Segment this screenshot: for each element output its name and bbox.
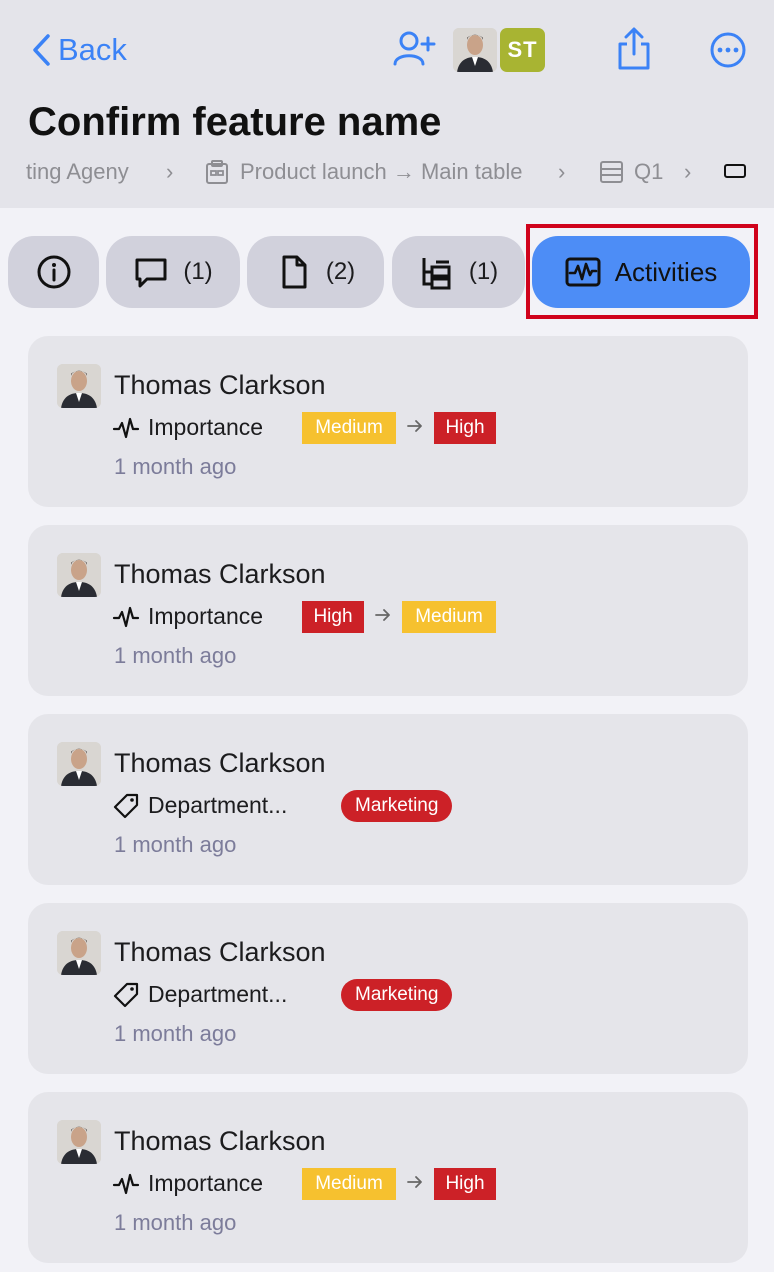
avatar: [57, 931, 101, 975]
new-value-badge: Medium: [402, 601, 496, 633]
activity-field-name: Importance: [148, 603, 264, 629]
breadcrumb-separator: ›: [558, 159, 566, 184]
tag-icon: [113, 793, 139, 819]
item-icon[interactable]: [724, 164, 746, 178]
chevron-left-icon: [33, 34, 50, 66]
pulse-icon: [112, 1173, 140, 1195]
breadcrumb: ting Ageny › Product launch → Main table…: [0, 152, 774, 192]
pulse-icon: [112, 606, 140, 628]
share-icon[interactable]: [614, 26, 654, 72]
file-icon: [282, 255, 307, 289]
tab-info[interactable]: [8, 236, 99, 308]
back-button[interactable]: Back: [30, 30, 127, 70]
page-title: Confirm feature name: [28, 100, 442, 144]
tab-comments-count: (1): [183, 258, 213, 285]
tab-comments[interactable]: (1): [106, 236, 240, 308]
avatar: [57, 553, 101, 597]
tag-icon: [113, 982, 139, 1008]
old-value-badge: Medium: [302, 1168, 396, 1200]
person-photo-icon: [453, 28, 497, 72]
department-tag: Marketing: [341, 979, 453, 1011]
subitems-icon: [422, 258, 451, 290]
activity-card[interactable]: Thomas Clarkson Importance Medium High 1 mon…: [28, 1092, 748, 1263]
person-photo-icon: [57, 553, 101, 597]
header: Back ST Confirm feature name ting Ageny …: [0, 0, 774, 208]
more-options-icon[interactable]: [708, 28, 748, 72]
arrow-right-icon: [407, 420, 422, 432]
person-photo-icon: [57, 1120, 101, 1164]
back-label: Back: [58, 32, 127, 67]
activity-timestamp: 1 month ago: [114, 454, 237, 479]
new-value-badge: High: [434, 1168, 496, 1200]
comment-icon: [135, 258, 167, 288]
activity-user-name: Thomas Clarkson: [114, 748, 326, 778]
activity-field-name: Department...: [148, 792, 288, 818]
user-initials-badge[interactable]: ST: [500, 28, 545, 72]
department-tag: Marketing: [341, 790, 453, 822]
avatar: [57, 1120, 101, 1164]
add-user-icon[interactable]: [392, 28, 436, 72]
avatar[interactable]: [453, 28, 497, 72]
activity-user-name: Thomas Clarkson: [114, 1126, 326, 1156]
pulse-icon: [112, 417, 140, 439]
activity-user-name: Thomas Clarkson: [114, 559, 326, 589]
breadcrumb-separator: ›: [684, 159, 692, 184]
tab-subitems[interactable]: (1): [392, 236, 525, 308]
breadcrumb-workspace[interactable]: ting Ageny: [26, 159, 129, 185]
tab-files-count: (2): [325, 258, 356, 285]
activity-timestamp: 1 month ago: [114, 1021, 237, 1046]
activity-field-name: Department...: [148, 981, 288, 1007]
breadcrumb-group[interactable]: Q1: [598, 158, 663, 186]
person-photo-icon: [57, 931, 101, 975]
activity-card[interactable]: Thomas Clarkson Department... Marketing 1 m…: [28, 714, 748, 885]
breadcrumb-group-label: Q1: [634, 159, 664, 184]
activity-field-name: Importance: [148, 1170, 264, 1196]
avatar: [57, 742, 101, 786]
tab-files[interactable]: (2): [247, 236, 384, 308]
tab-subitems-count: (1): [468, 258, 499, 285]
old-value-badge: Medium: [302, 412, 396, 444]
table-icon: [600, 161, 623, 183]
activity-card[interactable]: Thomas Clarkson Department... Marketing 1 m…: [28, 903, 748, 1074]
avatar: [57, 364, 101, 408]
old-value-badge: High: [302, 601, 364, 633]
info-icon: [37, 255, 70, 289]
activity-user-name: Thomas Clarkson: [114, 370, 326, 400]
activity-timestamp: 1 month ago: [114, 832, 237, 857]
arrow-right-icon: [407, 1176, 422, 1188]
breadcrumb-separator: ›: [166, 159, 174, 184]
new-value-badge: High: [434, 412, 496, 444]
activity-card[interactable]: Thomas Clarkson Importance Medium High 1 mon…: [28, 336, 748, 507]
activity-field-name: Importance: [148, 414, 264, 440]
person-photo-icon: [57, 364, 101, 408]
person-photo-icon: [57, 742, 101, 786]
highlight-box: [526, 224, 758, 319]
breadcrumb-board-label: Product launch → Main table: [240, 159, 523, 184]
board-icon: [206, 160, 228, 184]
activity-timestamp: 1 month ago: [114, 1210, 237, 1235]
activity-card[interactable]: Thomas Clarkson Importance High Medium 1 mon…: [28, 525, 748, 696]
arrow-right-icon: [375, 609, 390, 621]
activity-user-name: Thomas Clarkson: [114, 937, 326, 967]
activity-timestamp: 1 month ago: [114, 643, 237, 668]
breadcrumb-board[interactable]: Product launch → Main table: [204, 158, 523, 186]
